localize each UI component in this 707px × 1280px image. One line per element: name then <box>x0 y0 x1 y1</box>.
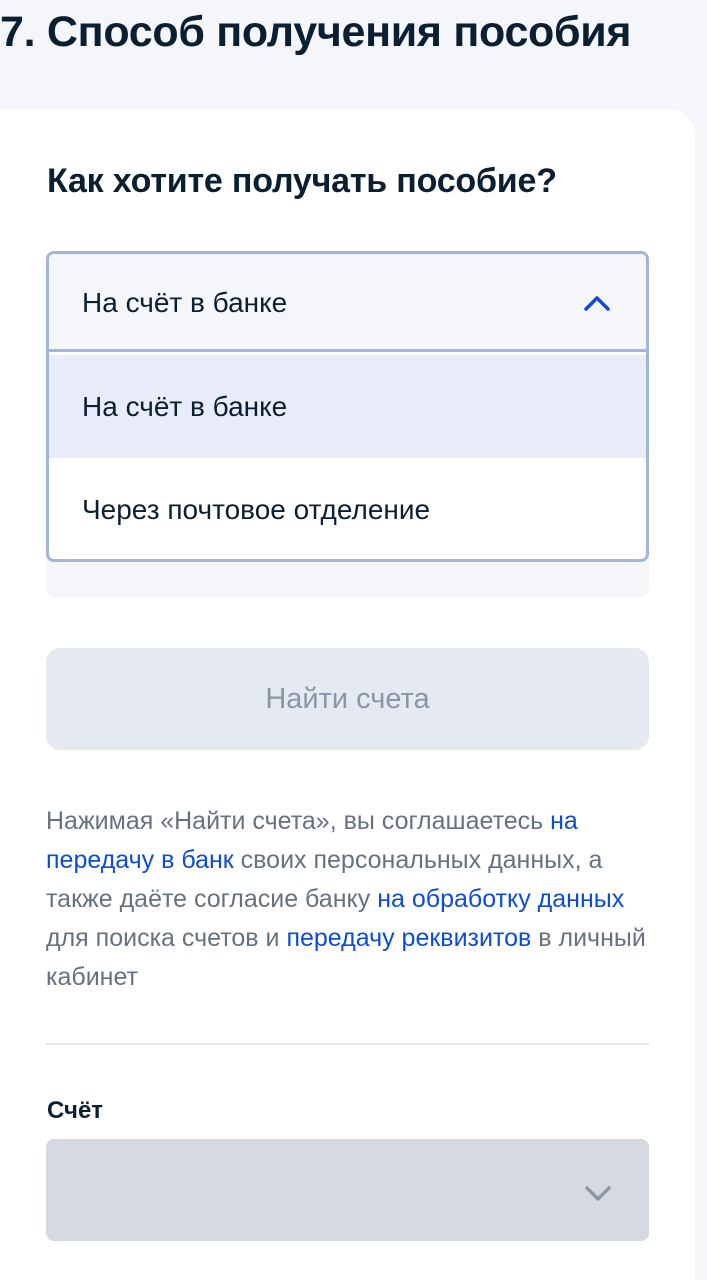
page: 7. Способ получения пособия Как хотите п… <box>0 0 707 1280</box>
account-select[interactable] <box>46 1139 649 1241</box>
consent-text-part: Нажимая «Найти счета», вы соглашаетесь <box>46 807 551 835</box>
find-accounts-button[interactable]: Найти счета <box>46 648 649 750</box>
chevron-up-icon[interactable] <box>584 294 610 312</box>
option-label: Через почтовое отделение <box>82 494 431 525</box>
selected-value: На счёт в банке <box>82 287 288 318</box>
account-label: Счёт <box>47 1097 104 1124</box>
chevron-down-icon <box>585 1186 611 1201</box>
payment-method-select-header[interactable]: На счёт в банке <box>49 254 646 352</box>
option-post-office[interactable]: Через почтовое отделение <box>49 458 646 559</box>
divider <box>46 1043 649 1045</box>
link-transfer-details[interactable]: передачу реквизитов <box>286 924 531 952</box>
section-title: 7. Способ получения пособия <box>0 8 632 56</box>
option-label: На счёт в банке <box>82 391 288 422</box>
link-data-processing[interactable]: на обработку данных <box>377 885 624 913</box>
question-heading: Как хотите получать пособие? <box>47 162 557 200</box>
consent-text-part: для поиска счетов и <box>46 924 287 952</box>
option-bank-account[interactable]: На счёт в банке <box>49 355 646 458</box>
payment-method-dropdown[interactable]: На счёт в банке На счёт в банке Через по… <box>46 251 649 562</box>
consent-text: Нажимая «Найти счета», вы соглашаетесь н… <box>46 802 646 997</box>
